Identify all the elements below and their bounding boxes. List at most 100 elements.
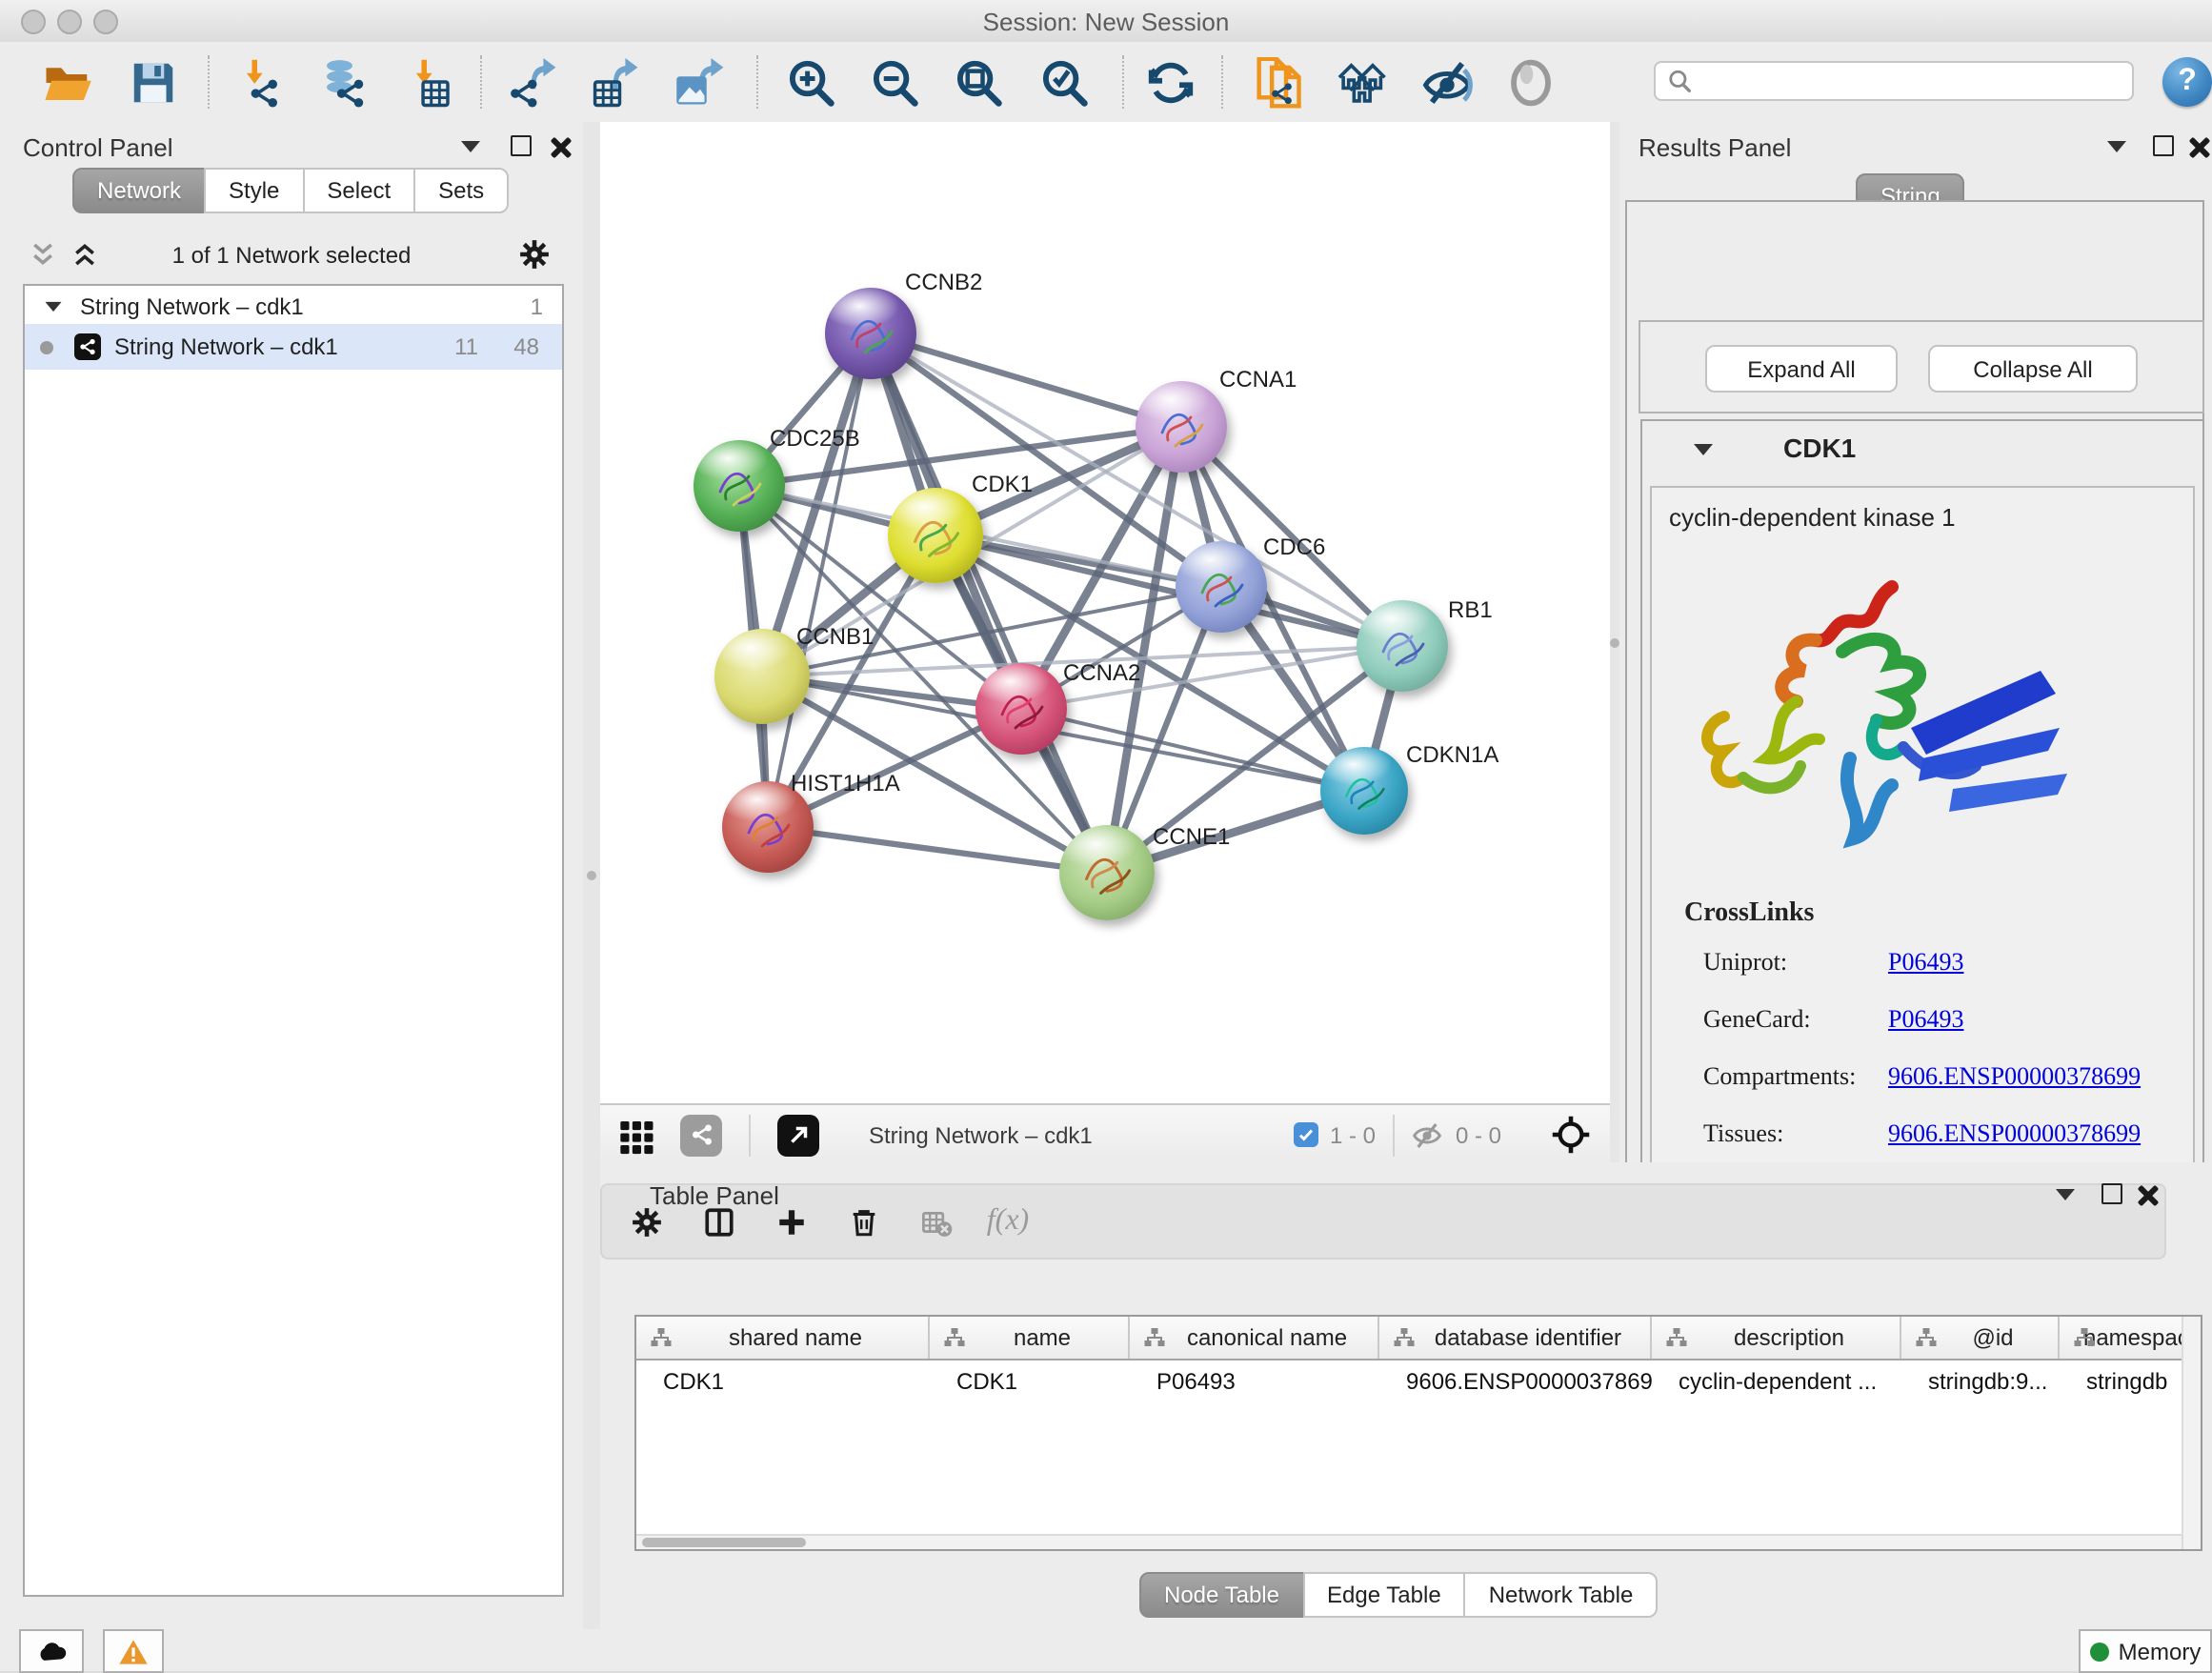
table-cell[interactable]: CDK1 — [636, 1361, 930, 1402]
crosslink-link[interactable]: P06493 — [1888, 947, 1963, 978]
scrollbar-thumb[interactable] — [642, 1538, 806, 1547]
expand-all-button[interactable]: Expand All — [1705, 345, 1898, 393]
crosslink-link[interactable]: P06493 — [1888, 1004, 1963, 1035]
tab-select[interactable]: Select — [302, 168, 415, 213]
cloud-status-button[interactable] — [19, 1629, 84, 1673]
help-button[interactable]: ? — [2162, 57, 2212, 107]
splitter-handle[interactable] — [1610, 638, 1619, 648]
show-all-button[interactable] — [1498, 50, 1562, 114]
graph-node-cdc25b[interactable] — [694, 440, 785, 532]
delete-column-trash-icon[interactable] — [835, 1197, 892, 1246]
tab-network[interactable]: Network — [72, 168, 206, 213]
fit-content-crosshair-icon[interactable] — [1551, 1115, 1591, 1155]
column-header-id[interactable]: @id — [1901, 1317, 2060, 1359]
zoom-selected-button[interactable] — [1031, 50, 1096, 114]
graph-node-cdkn1a[interactable] — [1320, 747, 1408, 835]
column-header-label: description — [1734, 1324, 1844, 1351]
birds-eye-view-grid-icon[interactable] — [617, 1116, 655, 1154]
selected-nodes-checkbox[interactable] — [1294, 1122, 1318, 1147]
graph-node-cdk1[interactable] — [888, 488, 983, 583]
vertical-splitter-right[interactable] — [1610, 122, 1619, 1162]
column-header-database-identifier[interactable]: database identifier — [1379, 1317, 1652, 1359]
apply-layout-button[interactable] — [1137, 50, 1202, 114]
tab-edge-table[interactable]: Edge Table — [1302, 1572, 1466, 1618]
zoom-in-button[interactable] — [777, 50, 842, 114]
table-cell[interactable]: cyclin-dependent ... — [1652, 1361, 1901, 1402]
export-table-button[interactable] — [581, 50, 646, 114]
column-header-namespace[interactable]: namespace — [2060, 1317, 2201, 1359]
graph-node-ccnb1[interactable] — [714, 629, 810, 724]
crosslink-link[interactable]: 9606.ENSP00000378699 — [1888, 1061, 2141, 1092]
zoom-out-button[interactable] — [861, 50, 926, 114]
warnings-button[interactable] — [103, 1629, 164, 1673]
splitter-handle[interactable] — [587, 871, 596, 880]
column-header-label: @id — [1972, 1324, 2013, 1351]
column-header-shared-name[interactable]: shared name — [636, 1317, 930, 1359]
network-tree: String Network – cdk1 1 String Network –… — [23, 284, 564, 1597]
selected-counts: 1 - 0 — [1330, 1121, 1376, 1148]
vertical-splitter-left[interactable] — [583, 122, 600, 1629]
vertical-scrollbar[interactable] — [2182, 1317, 2201, 1549]
panel-float-icon[interactable] — [511, 135, 532, 156]
panel-menu-icon[interactable] — [461, 141, 480, 152]
zoom-fit-button[interactable] — [945, 50, 1010, 114]
graph-node-ccne1[interactable] — [1059, 825, 1155, 920]
table-cell[interactable]: stringdb:9... — [1901, 1361, 2060, 1402]
graph-node-label: CCNB2 — [905, 269, 982, 295]
search-input[interactable] — [1701, 66, 2121, 96]
graph-node-ccnb2[interactable] — [825, 288, 916, 379]
panel-close-icon[interactable] — [2187, 137, 2208, 158]
export-image-button[interactable] — [667, 50, 732, 114]
panel-float-icon[interactable] — [2153, 135, 2174, 156]
network-type-icon[interactable] — [680, 1114, 722, 1156]
import-table-from-file-button[interactable] — [396, 50, 461, 114]
network-canvas[interactable]: CCNB2CCNA1CDC25BCDK1CDC6RB1CCNB1CCNA2CDK… — [600, 122, 1610, 1103]
network-collection-label: String Network – cdk1 — [80, 293, 304, 320]
table-cell[interactable]: P06493 — [1130, 1361, 1379, 1402]
network-options-gear-icon[interactable] — [518, 238, 551, 271]
crosslink-label: GeneCard: — [1703, 1004, 1888, 1035]
new-network-from-selection-button[interactable] — [1244, 50, 1309, 114]
graph-node-ccna1[interactable] — [1136, 381, 1227, 473]
table-cell[interactable]: CDK1 — [930, 1361, 1130, 1402]
memory-button[interactable]: Memory — [2079, 1629, 2212, 1673]
panel-close-icon[interactable] — [2136, 1185, 2157, 1206]
hide-selected-button[interactable] — [1414, 50, 1478, 114]
import-network-from-file-button[interactable] — [227, 50, 292, 114]
network-edge — [768, 333, 871, 827]
table-row[interactable]: CDK1CDK1P064939606.ENSP00000378699cyclin… — [636, 1361, 2201, 1402]
open-in-window-button[interactable] — [777, 1114, 819, 1156]
tree-expand-icon[interactable] — [46, 302, 62, 312]
panel-menu-icon[interactable] — [2107, 141, 2126, 152]
hidden-eye-icon[interactable] — [1410, 1119, 1444, 1150]
tab-node-table[interactable]: Node Table — [1139, 1572, 1304, 1618]
open-session-button[interactable] — [34, 50, 99, 114]
table-cell[interactable]: 9606.ENSP00000378699 — [1379, 1361, 1652, 1402]
graph-node-rb1[interactable] — [1357, 600, 1448, 692]
column-header-description[interactable]: description — [1652, 1317, 1901, 1359]
column-header-name[interactable]: name — [930, 1317, 1130, 1359]
tab-network-table[interactable]: Network Table — [1464, 1572, 1659, 1618]
main-toolbar — [0, 42, 2212, 124]
network-edge — [871, 333, 1107, 873]
horizontal-scrollbar[interactable] — [636, 1534, 2183, 1551]
crosslink-link[interactable]: 9606.ENSP00000378699 — [1888, 1119, 2141, 1149]
panel-close-icon[interactable] — [549, 137, 570, 158]
network-collection-row[interactable]: String Network – cdk1 1 — [25, 290, 562, 324]
export-network-button[interactable] — [499, 50, 564, 114]
first-neighbors-button[interactable] — [1330, 50, 1395, 114]
tab-style[interactable]: Style — [204, 168, 304, 213]
section-collapse-icon[interactable] — [1694, 444, 1713, 455]
panel-float-icon[interactable] — [2101, 1183, 2122, 1204]
column-header-canonical-name[interactable]: canonical name — [1130, 1317, 1379, 1359]
tab-sets[interactable]: Sets — [413, 168, 509, 213]
graph-node-ccna2[interactable] — [975, 663, 1067, 755]
collapse-all-button[interactable]: Collapse All — [1928, 345, 2138, 393]
import-network-from-database-button[interactable] — [311, 50, 375, 114]
save-session-button[interactable] — [120, 50, 185, 114]
table-cell[interactable]: stringdb — [2060, 1361, 2201, 1402]
network-row-selected[interactable]: String Network – cdk1 11 48 — [25, 324, 562, 370]
panel-menu-icon[interactable] — [2056, 1189, 2075, 1200]
graph-node-label: CCNA2 — [1063, 659, 1140, 686]
graph-node-cdc6[interactable] — [1176, 541, 1267, 633]
